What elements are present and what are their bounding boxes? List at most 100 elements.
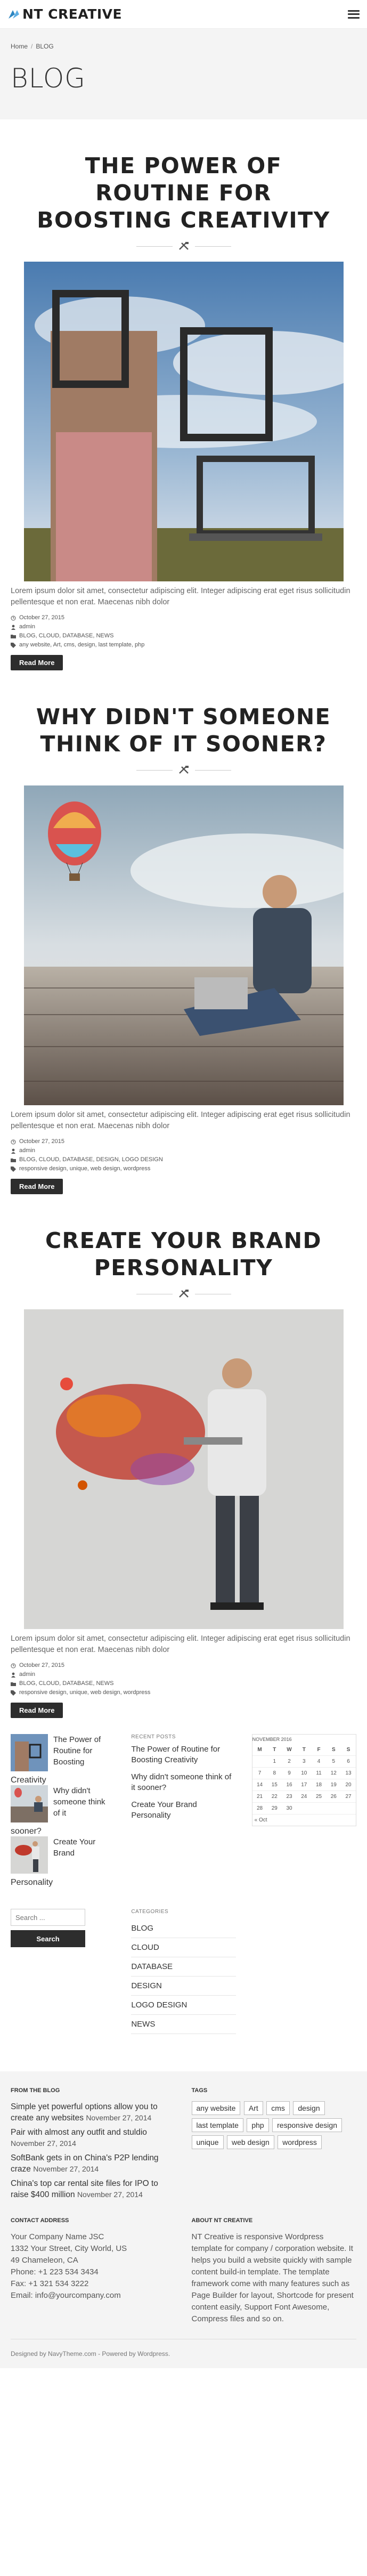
post-title[interactable]: CREATE YOUR BRAND PERSONALITY	[11, 1227, 356, 1282]
recent-post-link[interactable]: The Power of Routine for Boosting Creati…	[131, 1744, 235, 1765]
categories-widget: CATEGORIES BLOG CLOUD DATABASE DESIGN LO…	[131, 1909, 236, 2034]
tag-link[interactable]: wordpress	[278, 2135, 322, 2149]
category-link[interactable]: BLOG	[131, 1919, 236, 1938]
tag-link[interactable]: unique	[191, 2135, 224, 2149]
calendar-day-header: T	[296, 1744, 312, 1756]
post-author[interactable]: admin	[19, 1146, 35, 1155]
clock-icon	[11, 1663, 16, 1668]
recent-posts-widget: RECENT POSTS The Power of Routine for Bo…	[131, 1734, 235, 1888]
calendar-day	[341, 1802, 356, 1814]
calendar-day: 25	[311, 1791, 327, 1803]
post-author[interactable]: admin	[19, 622, 35, 631]
breadcrumb-home[interactable]: Home	[11, 43, 28, 50]
tag-link[interactable]: responsive design	[272, 2118, 342, 2132]
calendar-day	[252, 1755, 267, 1768]
thumb-image	[11, 1785, 48, 1822]
calendar-day	[296, 1802, 312, 1814]
footer-news-item[interactable]: Pair with almost any outfit and stuldio …	[11, 2127, 176, 2149]
footer-about: ABOUT NT CREATIVE NT Creative is respons…	[192, 2217, 357, 2325]
page-heading-section: Home / BLOG BLOG	[0, 29, 367, 119]
calendar-day: 27	[341, 1791, 356, 1803]
tag-link[interactable]: php	[247, 2118, 269, 2132]
breadcrumb-separator: /	[31, 43, 33, 50]
contact-email[interactable]: Email: info@yourcompany.com	[11, 2290, 176, 2302]
user-icon	[11, 1148, 15, 1154]
post-list: THE POWER OF ROUTINE FOR BOOSTING CREATI…	[0, 119, 367, 1718]
calendar-prev-link[interactable]: « Oct	[252, 1814, 356, 1826]
menu-icon[interactable]	[348, 10, 360, 19]
tag-link[interactable]: last template	[191, 2118, 243, 2132]
calendar-day: 23	[282, 1791, 297, 1803]
copyright: Designed by NavyTheme.com - Powered by W…	[11, 2339, 356, 2363]
tag-link[interactable]: cms	[266, 2101, 290, 2115]
category-link[interactable]: NEWS	[131, 2015, 236, 2034]
calendar-day: 11	[311, 1767, 327, 1779]
thumb-post[interactable]: Create Your Brand	[11, 1836, 115, 1874]
post-excerpt: Lorem ipsum dolor sit amet, consectetur …	[11, 1634, 350, 1654]
footer-tags: TAGS any website Art cms design last tem…	[191, 2087, 357, 2204]
recent-post-link[interactable]: Create Your Brand Personality	[131, 1800, 235, 1821]
post-tags[interactable]: responsive design, unique, web design, w…	[19, 1688, 150, 1697]
post-image[interactable]	[23, 262, 344, 581]
recent-post-link[interactable]: Why didn't someone think of it sooner?	[131, 1772, 235, 1793]
post-excerpt: Lorem ipsum dolor sit amet, consectetur …	[11, 587, 350, 606]
tag-link[interactable]: design	[293, 2101, 325, 2115]
thumb-post-title-tail[interactable]: sooner?	[11, 1827, 115, 1836]
thumb-post[interactable]: Why didn't someone think of it	[11, 1785, 115, 1822]
calendar-day: 19	[326, 1779, 341, 1791]
tag-link[interactable]: web design	[227, 2135, 274, 2149]
thumb-post-title[interactable]: Why didn't someone think of it	[53, 1785, 107, 1822]
calendar-table: NOVEMBER 2016 M T W T F S S 1 2 3 4 5 6 7 8 9 10 1…	[252, 1735, 356, 1814]
post-title[interactable]: THE POWER OF ROUTINE FOR BOOSTING CREATI…	[11, 152, 356, 234]
calendar-day: 28	[252, 1802, 267, 1814]
post-tags[interactable]: responsive design, unique, web design, w…	[19, 1164, 150, 1173]
thumb-post[interactable]: The Power of Routine for Boosting	[11, 1734, 115, 1771]
read-more-button[interactable]: Read More	[11, 1179, 63, 1194]
tag-link[interactable]: any website	[191, 2101, 241, 2115]
calendar-day: 17	[296, 1779, 312, 1791]
post-title[interactable]: WHY DIDN'T SOMEONE THINK OF IT SOONER?	[11, 703, 356, 758]
read-more-button[interactable]: Read More	[11, 1703, 63, 1718]
tag-icon	[11, 1690, 16, 1696]
thumb-image	[11, 1734, 48, 1771]
thumb-post-title-tail[interactable]: Personality	[11, 1878, 115, 1888]
post-image[interactable]	[23, 1309, 344, 1629]
category-link[interactable]: DATABASE	[131, 1957, 236, 1976]
search-widget: Search	[11, 1909, 115, 2034]
tag-icon	[11, 1166, 16, 1172]
footer-news-item[interactable]: China's top car rental site files for IP…	[11, 2178, 176, 2200]
thumb-post-title[interactable]: Create Your Brand	[53, 1836, 107, 1874]
tag-icon	[11, 642, 16, 648]
post-date: October 27, 2015	[19, 1138, 65, 1145]
logo[interactable]: NT CREATIVE	[7, 6, 122, 22]
post-categories[interactable]: BLOG, CLOUD, DATABASE, DESIGN, LOGO DESI…	[19, 1155, 163, 1164]
calendar-day-header: S	[326, 1744, 341, 1756]
folder-icon	[11, 1682, 16, 1686]
category-link[interactable]: CLOUD	[131, 1938, 236, 1957]
folder-icon	[11, 634, 16, 638]
post-image[interactable]	[23, 785, 344, 1105]
sidebar-widgets: The Power of Routine for Boosting Creati…	[0, 1718, 367, 1888]
footer-blog: FROM THE BLOG Simple yet powerful option…	[11, 2087, 176, 2204]
post-categories[interactable]: BLOG, CLOUD, DATABASE, NEWS	[19, 1679, 113, 1688]
post-tags[interactable]: any website, Art, cms, design, last temp…	[19, 641, 144, 650]
post-date: October 27, 2015	[19, 614, 65, 621]
thumb-post-title[interactable]: The Power of Routine for Boosting	[53, 1734, 107, 1771]
search-button[interactable]: Search	[11, 1930, 85, 1947]
search-input[interactable]	[11, 1909, 85, 1926]
tag-link[interactable]: Art	[243, 2101, 263, 2115]
post-date: October 27, 2015	[19, 1662, 65, 1668]
category-link[interactable]: DESIGN	[131, 1976, 236, 1996]
thumb-post-title-tail[interactable]: Creativity	[11, 1776, 115, 1785]
footer-news-item[interactable]: SoftBank gets in on China's P2P lending …	[11, 2152, 176, 2175]
calendar-day: 21	[252, 1791, 267, 1803]
tools-icon	[178, 766, 189, 774]
calendar-day: 26	[326, 1791, 341, 1803]
category-link[interactable]: LOGO DESIGN	[131, 1996, 236, 2015]
footer-news-item[interactable]: Simple yet powerful options allow you to…	[11, 2101, 176, 2124]
title-separator	[11, 765, 356, 775]
calendar-day-header: S	[341, 1744, 356, 1756]
post-categories[interactable]: BLOG, CLOUD, DATABASE, NEWS	[19, 631, 113, 641]
read-more-button[interactable]: Read More	[11, 655, 63, 670]
post-author[interactable]: admin	[19, 1670, 35, 1679]
